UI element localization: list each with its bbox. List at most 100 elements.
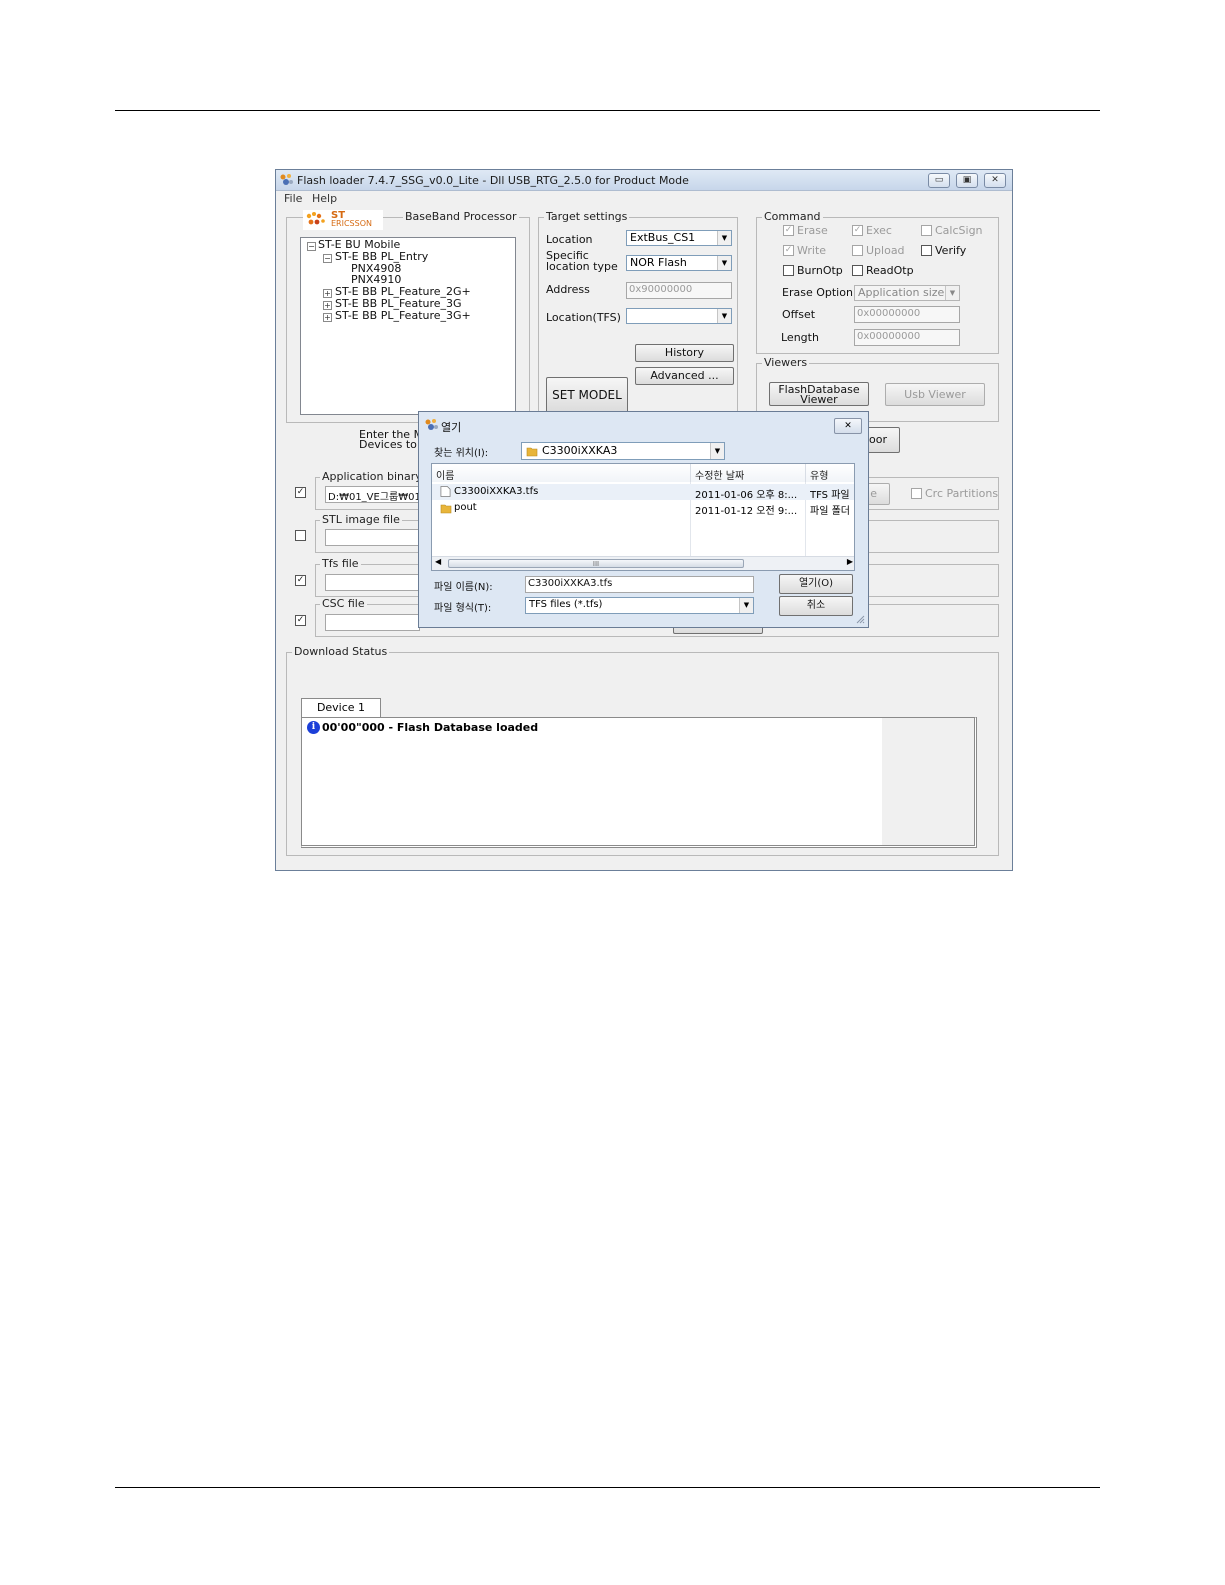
resize-grip-icon[interactable] [855, 614, 865, 624]
flashdatabase-viewer-button[interactable]: FlashDatabase Viewer [769, 382, 869, 406]
readotp-label: ReadOtp [866, 264, 914, 277]
stl-legend: STL image file [320, 513, 402, 526]
calcsign-checkbox[interactable] [921, 225, 932, 236]
location-tfs-select[interactable]: ▼ [626, 308, 732, 324]
filename-label: 파일 이름(N): [434, 582, 493, 593]
menu-help[interactable]: Help [312, 192, 337, 205]
chevron-down-icon: ▼ [945, 286, 959, 300]
erase-option-value: Application size [858, 286, 945, 299]
menu-file[interactable]: File [284, 192, 302, 205]
file-type: TFS 파일 [810, 490, 850, 501]
file-name: pout [454, 502, 477, 513]
csc-file-field[interactable] [325, 614, 420, 631]
viewers-legend: Viewers [762, 356, 810, 369]
advanced-button[interactable]: Advanced ... [635, 367, 734, 385]
file-row[interactable]: C3300iXXKA3.tfs 2011-01-06 오후 8:... TFS … [432, 484, 854, 501]
folder-icon [440, 504, 452, 514]
maximize-button[interactable]: ▣ [956, 173, 978, 188]
chevron-down-icon: ▼ [739, 598, 753, 613]
crc-partitions-checkbox[interactable] [911, 488, 922, 499]
window-title: Flash loader 7.4.7_SSG_v0.0_Lite - Dll U… [297, 174, 689, 187]
column-header-name[interactable]: 이름 [432, 464, 691, 482]
title-bar[interactable]: Flash loader 7.4.7_SSG_v0.0_Lite - Dll U… [276, 170, 1012, 191]
tfs-checkbox[interactable]: ✓ [295, 575, 306, 586]
verify-checkbox[interactable] [921, 245, 932, 256]
scroll-thumb[interactable]: III [448, 559, 744, 568]
scroll-right-icon[interactable]: ▶ [847, 557, 853, 566]
location-label: Location [546, 233, 593, 246]
filename-input[interactable]: C3300iXXKA3.tfs [525, 576, 754, 593]
tree-expander[interactable]: + [323, 289, 332, 298]
cancel-button[interactable]: 취소 [779, 596, 853, 616]
length-field[interactable]: 0x00000000 [854, 329, 960, 346]
tab-device-1[interactable]: Device 1 [301, 698, 381, 718]
info-icon: i [307, 721, 320, 734]
download-status-legend: Download Status [292, 645, 390, 658]
csc-checkbox[interactable]: ✓ [295, 615, 306, 626]
download-log: i 00'00"000 - Flash Database loaded [301, 717, 977, 848]
look-in-label: 찾는 위치(I): [434, 448, 489, 459]
file-list[interactable]: 이름 수정한 날짜 유형 C3300iXXKA3.tfs 2011-01-06 … [431, 463, 855, 571]
application-checkbox[interactable]: ✓ [295, 487, 306, 498]
dialog-title: 열기 [441, 421, 462, 434]
enter-text-line2: Devices to F [359, 438, 427, 451]
application-file-field[interactable]: D:₩01_VE그룹₩01_ [325, 486, 420, 503]
file-type: 파일 폴더 [810, 506, 850, 517]
column-header-date[interactable]: 수정한 날짜 [691, 464, 806, 482]
open-button[interactable]: 열기(O) [779, 574, 853, 594]
chevron-down-icon: ▼ [717, 256, 731, 270]
usb-viewer-button[interactable]: Usb Viewer [885, 383, 985, 406]
dialog-close-button[interactable]: ✕ [834, 418, 862, 434]
minimize-button[interactable]: ▭ [928, 173, 950, 188]
horizontal-scrollbar[interactable]: ◀ III ▶ [432, 556, 854, 570]
filetype-value: TFS files (*.tfs) [529, 599, 603, 610]
exec-label: Exec [866, 224, 892, 237]
app-icon [280, 174, 293, 185]
stl-file-field[interactable] [325, 529, 420, 546]
location-select[interactable]: ExtBus_CS1 ▼ [626, 230, 732, 246]
offset-field[interactable]: 0x00000000 [854, 306, 960, 323]
chevron-down-icon: ▼ [717, 231, 731, 245]
file-name: C3300iXXKA3.tfs [454, 486, 539, 497]
tfs-file-field[interactable] [325, 574, 420, 591]
upload-checkbox[interactable] [852, 245, 863, 256]
log-line: 00'00"000 - Flash Database loaded [322, 721, 539, 734]
file-date: 2011-01-06 오후 8:... [695, 490, 798, 501]
baseband-tree[interactable]: − ST-E BU Mobile − ST-E BB PL_Entry PNX4… [300, 237, 516, 415]
burnotp-checkbox[interactable] [783, 265, 794, 276]
write-label: Write [797, 244, 827, 257]
readotp-checkbox[interactable] [852, 265, 863, 276]
tree-expander[interactable]: + [323, 313, 332, 322]
look-in-select[interactable]: C3300iXXKA3 ▼ [521, 442, 725, 460]
set-model-button[interactable]: SET MODEL [546, 377, 628, 413]
open-file-dialog: 열기 ✕ 찾는 위치(I): C3300iXXKA3 ▼ 이름 수정한 날짜 유… [418, 411, 869, 628]
csc-legend: CSC file [320, 597, 367, 610]
tree-node[interactable]: ST-E BB PL_Feature_3G+ [335, 309, 471, 322]
erase-option-select[interactable]: Application size ▼ [854, 285, 960, 301]
stl-checkbox[interactable] [295, 530, 306, 541]
crc-partitions-label: Crc Partitions [925, 487, 999, 500]
flashdb-line2: Viewer [800, 393, 838, 406]
specific-location-select[interactable]: NOR Flash ▼ [626, 255, 732, 271]
tree-expander[interactable]: + [323, 301, 332, 310]
page-header-rule [115, 110, 1100, 111]
scroll-left-icon[interactable]: ◀ [435, 557, 441, 566]
write-checkbox[interactable]: ✓ [783, 245, 794, 256]
offset-label: Offset [782, 308, 816, 321]
exec-checkbox[interactable]: ✓ [852, 225, 863, 236]
column-header-type[interactable]: 유형 [806, 464, 854, 482]
filetype-select[interactable]: TFS files (*.tfs) ▼ [525, 597, 754, 614]
specific-label-2: location type [546, 260, 618, 273]
tree-expander[interactable]: − [323, 254, 332, 263]
address-field[interactable]: 0x90000000 [626, 282, 732, 299]
erase-checkbox[interactable]: ✓ [783, 225, 794, 236]
close-button[interactable]: ✕ [984, 173, 1006, 188]
history-button[interactable]: History [635, 344, 734, 362]
app-icon [425, 419, 438, 430]
burnotp-label: BurnOtp [797, 264, 843, 277]
tree-expander[interactable]: − [307, 242, 316, 251]
file-row[interactable]: pout 2011-01-12 오전 9:... 파일 폴더 [432, 500, 854, 517]
location-value: ExtBus_CS1 [630, 231, 696, 244]
file-date: 2011-01-12 오전 9:... [695, 506, 798, 517]
page-footer-rule [115, 1487, 1100, 1488]
